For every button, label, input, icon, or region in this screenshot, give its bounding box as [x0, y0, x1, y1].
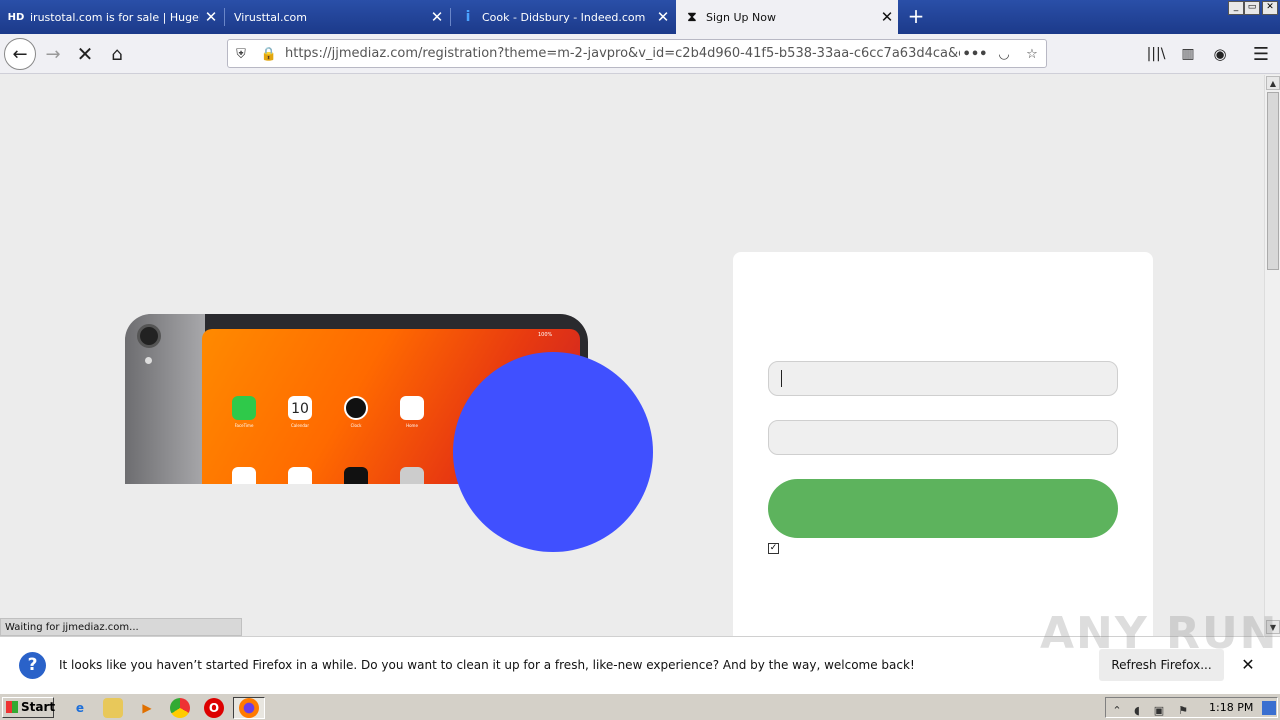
firefox-icon: [239, 698, 259, 718]
close-icon[interactable]: ✕: [200, 8, 222, 26]
camera-app-icon: [400, 467, 424, 484]
volume-icon[interactable]: ◖: [1130, 704, 1144, 718]
forward-icon[interactable]: →: [37, 38, 69, 70]
tab-strip: HD irustotal.com is for sale | HugeDomai…: [0, 0, 1280, 34]
close-icon[interactable]: ✕: [652, 8, 674, 26]
terms-checkbox[interactable]: ✓: [768, 543, 779, 554]
bookmark-star-icon[interactable]: ☆: [1023, 45, 1041, 63]
web-page: 100% FaceTime 10 Calendar Clock Home ✓: [0, 75, 1264, 636]
tab-title: irustotal.com is for sale | HugeDomains: [30, 10, 200, 24]
camera-icon: [137, 324, 161, 348]
url-bar[interactable]: ⛨ 🔒 https://jjmediaz.com/registration?th…: [227, 39, 1047, 68]
clock-icon: [344, 396, 368, 420]
firefox-task-button[interactable]: [233, 697, 265, 719]
reminders-icon: [232, 467, 256, 484]
taskbar: Start e ▶ O ⌃ ◖ ▣ ⚑ 1:18 PM: [0, 693, 1280, 720]
account-icon[interactable]: ◉: [1204, 38, 1236, 70]
notes-icon: [288, 467, 312, 484]
hourglass-icon: ⧗: [687, 9, 697, 25]
internet-explorer-icon[interactable]: e: [70, 698, 90, 718]
lock-icon[interactable]: 🔒: [260, 45, 278, 63]
ipad-back: [125, 314, 205, 484]
indeed-favicon-icon: i: [465, 9, 471, 25]
text-cursor: [781, 370, 782, 387]
notification-message: It looks like you haven’t started Firefo…: [59, 658, 915, 672]
media-player-icon[interactable]: ▶: [137, 698, 157, 718]
tab-divider: [224, 8, 225, 26]
blue-circle: [453, 352, 653, 552]
windows-logo-icon: [6, 701, 18, 713]
signup-card: ✓: [733, 252, 1153, 636]
tab-title: Sign Up Now: [706, 10, 776, 24]
shield-icon[interactable]: ⛨: [232, 45, 250, 63]
pocket-icon[interactable]: ◡: [995, 45, 1013, 63]
tab-title: Virusttal.com: [234, 10, 307, 24]
question-icon: ?: [19, 652, 46, 679]
navigation-toolbar: ← → ✕ ⌂ ⛨ 🔒 https://jjmediaz.com/registr…: [0, 34, 1280, 74]
scroll-up-icon[interactable]: ▲: [1266, 76, 1280, 90]
vertical-scrollbar[interactable]: ▲ ▼: [1264, 75, 1280, 636]
tab-sign-up-now[interactable]: ⧗ Sign Up Now ✕: [676, 0, 898, 34]
app-label: Clock: [350, 423, 362, 428]
flash-icon: [145, 357, 152, 364]
stop-icon[interactable]: ✕: [69, 38, 101, 70]
file-explorer-icon[interactable]: [103, 698, 123, 718]
home-icon[interactable]: ⌂: [101, 38, 133, 70]
submit-button[interactable]: [768, 479, 1118, 538]
network-icon[interactable]: ▣: [1152, 704, 1166, 718]
library-icon[interactable]: |||\: [1140, 38, 1172, 70]
action-center-flag-icon[interactable]: ⚑: [1176, 704, 1190, 718]
opera-icon[interactable]: O: [204, 698, 224, 718]
start-button[interactable]: Start: [2, 697, 56, 718]
app-label: Calendar: [291, 423, 309, 428]
sidebar-icon[interactable]: ▥: [1172, 38, 1204, 70]
email-field[interactable]: [768, 361, 1118, 396]
close-icon[interactable]: ✕: [426, 8, 448, 26]
tab-virusttal[interactable]: Virusttal.com ✕: [226, 0, 448, 34]
calendar-icon: 10: [288, 396, 312, 420]
new-tab-icon[interactable]: +: [904, 5, 928, 29]
minimize-icon[interactable]: _: [1228, 1, 1244, 15]
home-app-icon: [400, 396, 424, 420]
window-close-icon[interactable]: ✕: [1262, 1, 1278, 15]
watermark-logo: ANY RUN: [1040, 608, 1279, 659]
status-tooltip: Waiting for jjmediaz.com...: [0, 618, 242, 636]
menu-icon[interactable]: ☰: [1245, 38, 1277, 70]
ipad-battery: 100%: [538, 332, 553, 338]
page-actions-icon[interactable]: •••: [963, 45, 988, 63]
scroll-thumb[interactable]: [1267, 92, 1279, 270]
facetime-icon: [232, 396, 256, 420]
app-label: Home: [406, 423, 418, 428]
tray-expand-icon[interactable]: ⌃: [1110, 704, 1124, 718]
password-field[interactable]: [768, 420, 1118, 455]
close-icon[interactable]: ✕: [876, 8, 898, 26]
tab-hugedomains[interactable]: HD irustotal.com is for sale | HugeDomai…: [0, 0, 222, 34]
restore-icon[interactable]: ▭: [1244, 1, 1260, 15]
tab-title: Cook - Didsbury - Indeed.com: [482, 10, 646, 24]
tab-divider: [450, 8, 451, 26]
show-desktop-icon[interactable]: [1262, 701, 1276, 715]
back-icon[interactable]: ←: [4, 38, 36, 70]
app-label: FaceTime: [234, 423, 254, 428]
start-label: Start: [21, 700, 56, 714]
tab-indeed[interactable]: i Cook - Didsbury - Indeed.com ✕: [452, 0, 674, 34]
url-text[interactable]: https://jjmediaz.com/registration?theme=…: [285, 46, 960, 61]
chrome-icon[interactable]: [170, 698, 190, 718]
clock[interactable]: 1:18 PM: [1209, 701, 1253, 714]
hugedomains-favicon-icon: HD: [7, 11, 25, 23]
voice-memos-icon: [344, 467, 368, 484]
